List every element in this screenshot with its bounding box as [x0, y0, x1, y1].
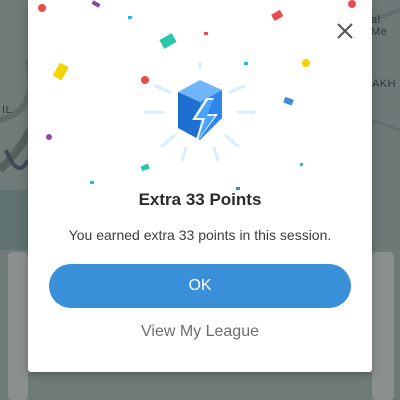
lightning-bolt-cube-icon — [144, 62, 256, 162]
ok-button[interactable]: OK — [49, 264, 351, 308]
dialog-message: You earned extra 33 points in this sessi… — [68, 227, 332, 243]
app-screen: al Me AKH IL Extra 33 Points You earned … — [0, 0, 400, 400]
map-label-right: AKH — [372, 78, 397, 90]
map-label-left: IL — [2, 104, 13, 116]
close-button[interactable] — [332, 18, 358, 44]
view-my-league-link[interactable]: View My League — [28, 323, 372, 341]
background-card-right — [372, 252, 394, 400]
ok-button-label: OK — [188, 277, 212, 294]
background-card-left — [8, 252, 28, 400]
map-label-top-right: al Me — [371, 14, 388, 38]
points-dialog: Extra 33 Points You earned extra 33 poin… — [28, 0, 372, 372]
close-icon — [337, 23, 353, 39]
dialog-title: Extra 33 Points — [138, 190, 262, 209]
